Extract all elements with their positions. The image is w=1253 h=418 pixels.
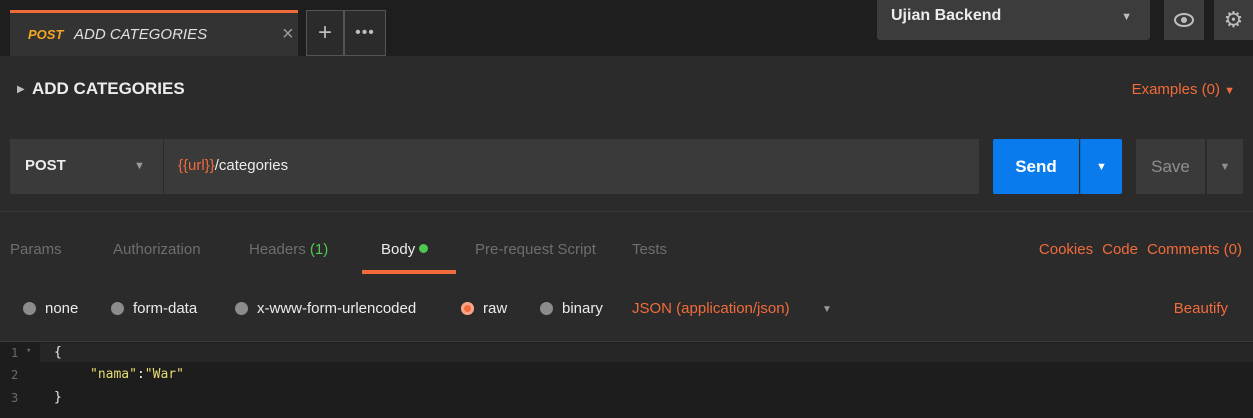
tab-bar: POST ADD CATEGORIES × + ••• Ujian Backen… xyxy=(0,0,1253,56)
code-line: { xyxy=(54,345,62,360)
tab-headers[interactable]: Headers (1) xyxy=(249,241,328,258)
json-key: "nama" xyxy=(90,367,137,382)
body-format-select[interactable]: JSON (application/json) xyxy=(632,300,790,317)
save-button[interactable]: Save xyxy=(1136,139,1205,194)
headers-count: (1) xyxy=(309,241,329,258)
tab-pre-request-script[interactable]: Pre-request Script xyxy=(475,241,596,258)
body-options: none form-data x-www-form-urlencoded raw… xyxy=(0,276,1253,341)
code-line: "nama":"War" xyxy=(90,367,184,382)
chevron-down-icon: ▼ xyxy=(134,160,145,172)
current-line-highlight xyxy=(40,343,1253,362)
radio-x-www-form-urlencoded[interactable]: x-www-form-urlencoded xyxy=(235,300,416,317)
radio-urlencoded-label: x-www-form-urlencoded xyxy=(257,300,417,317)
request-links: Cookies Code Comments (0) xyxy=(1030,241,1242,258)
ellipsis-icon[interactable]: ••• xyxy=(344,10,386,56)
chevron-down-icon: ▼ xyxy=(1096,160,1107,173)
radio-indicator xyxy=(23,302,36,315)
beautify-link[interactable]: Beautify xyxy=(1174,300,1228,317)
active-tab-indicator xyxy=(362,270,456,274)
tab-params[interactable]: Params xyxy=(10,241,62,258)
tab-body-label: Body xyxy=(381,241,416,258)
radio-indicator xyxy=(235,302,248,315)
radio-indicator xyxy=(111,302,124,315)
radio-indicator-selected xyxy=(461,302,474,315)
fold-icon[interactable]: ▾ xyxy=(26,346,31,356)
gear-icon[interactable]: ⚙ xyxy=(1214,0,1253,40)
url-input[interactable]: {{url}}/categories xyxy=(163,139,979,194)
method-value: POST xyxy=(25,157,66,174)
line-number: 3 xyxy=(11,391,19,405)
body-status-dot xyxy=(419,244,429,253)
request-tab-title: ADD CATEGORIES xyxy=(74,26,208,43)
request-tabs: Params Authorization Headers (1) Body Pr… xyxy=(0,213,1253,276)
line-number: 1 xyxy=(11,346,19,360)
radio-form-data[interactable]: form-data xyxy=(111,300,197,317)
radio-none[interactable]: none xyxy=(23,300,78,317)
chevron-down-icon: ▼ xyxy=(1219,160,1231,173)
request-tab[interactable]: POST ADD CATEGORIES × xyxy=(10,10,298,56)
code-link[interactable]: Code xyxy=(1102,241,1138,258)
request-tab-method: POST xyxy=(28,27,64,42)
radio-binary[interactable]: binary xyxy=(540,300,603,317)
radio-form-data-label: form-data xyxy=(133,300,198,317)
send-options-button[interactable]: ▼ xyxy=(1080,139,1122,194)
url-variable: {{url}} xyxy=(178,157,215,174)
radio-none-label: none xyxy=(45,300,79,317)
cookies-link[interactable]: Cookies xyxy=(1039,241,1093,258)
radio-binary-label: binary xyxy=(562,300,603,317)
comments-link[interactable]: Comments (0) xyxy=(1147,241,1242,258)
plus-icon[interactable]: + xyxy=(306,10,344,56)
line-number: 2 xyxy=(11,368,19,382)
url-path: /categories xyxy=(214,157,289,174)
chevron-down-icon: ▼ xyxy=(1224,85,1235,97)
examples-label: Examples (0) xyxy=(1131,81,1220,98)
request-name[interactable]: ADD CATEGORIES xyxy=(32,79,185,99)
tab-body[interactable]: Body xyxy=(381,241,429,258)
url-bar: POST ▼ {{url}}/categories Send ▼ Save ▼ xyxy=(0,122,1253,212)
radio-raw-label: raw xyxy=(483,300,508,317)
radio-indicator xyxy=(540,302,553,315)
examples-dropdown[interactable]: Examples (0) ▼ xyxy=(1132,81,1235,98)
json-colon: : xyxy=(136,367,145,382)
tab-authorization[interactable]: Authorization xyxy=(113,241,201,258)
body-editor[interactable]: 1 ▾ 2 3 { "nama":"War" } xyxy=(0,341,1253,418)
method-select[interactable]: POST ▼ xyxy=(10,139,163,194)
chevron-down-icon[interactable]: ▼ xyxy=(822,304,832,315)
tab-tests[interactable]: Tests xyxy=(632,241,667,258)
tab-headers-label: Headers xyxy=(249,241,306,258)
radio-raw[interactable]: raw xyxy=(461,300,507,317)
close-icon[interactable]: × xyxy=(282,23,294,46)
eye-icon[interactable] xyxy=(1164,0,1204,40)
environment-name: Ujian Backend xyxy=(891,7,1002,24)
save-options-button[interactable]: ▼ xyxy=(1206,139,1243,194)
send-button[interactable]: Send xyxy=(993,139,1079,194)
url-text: {{url}}/categories xyxy=(178,157,288,174)
request-header: ▶ ADD CATEGORIES Examples (0) ▼ xyxy=(0,56,1253,122)
environment-select[interactable]: Ujian Backend ▼ xyxy=(877,0,1150,40)
code-line: } xyxy=(54,390,62,405)
expand-triangle-icon[interactable]: ▶ xyxy=(17,84,25,95)
chevron-down-icon: ▼ xyxy=(1121,11,1132,23)
json-value: "War" xyxy=(144,367,184,382)
